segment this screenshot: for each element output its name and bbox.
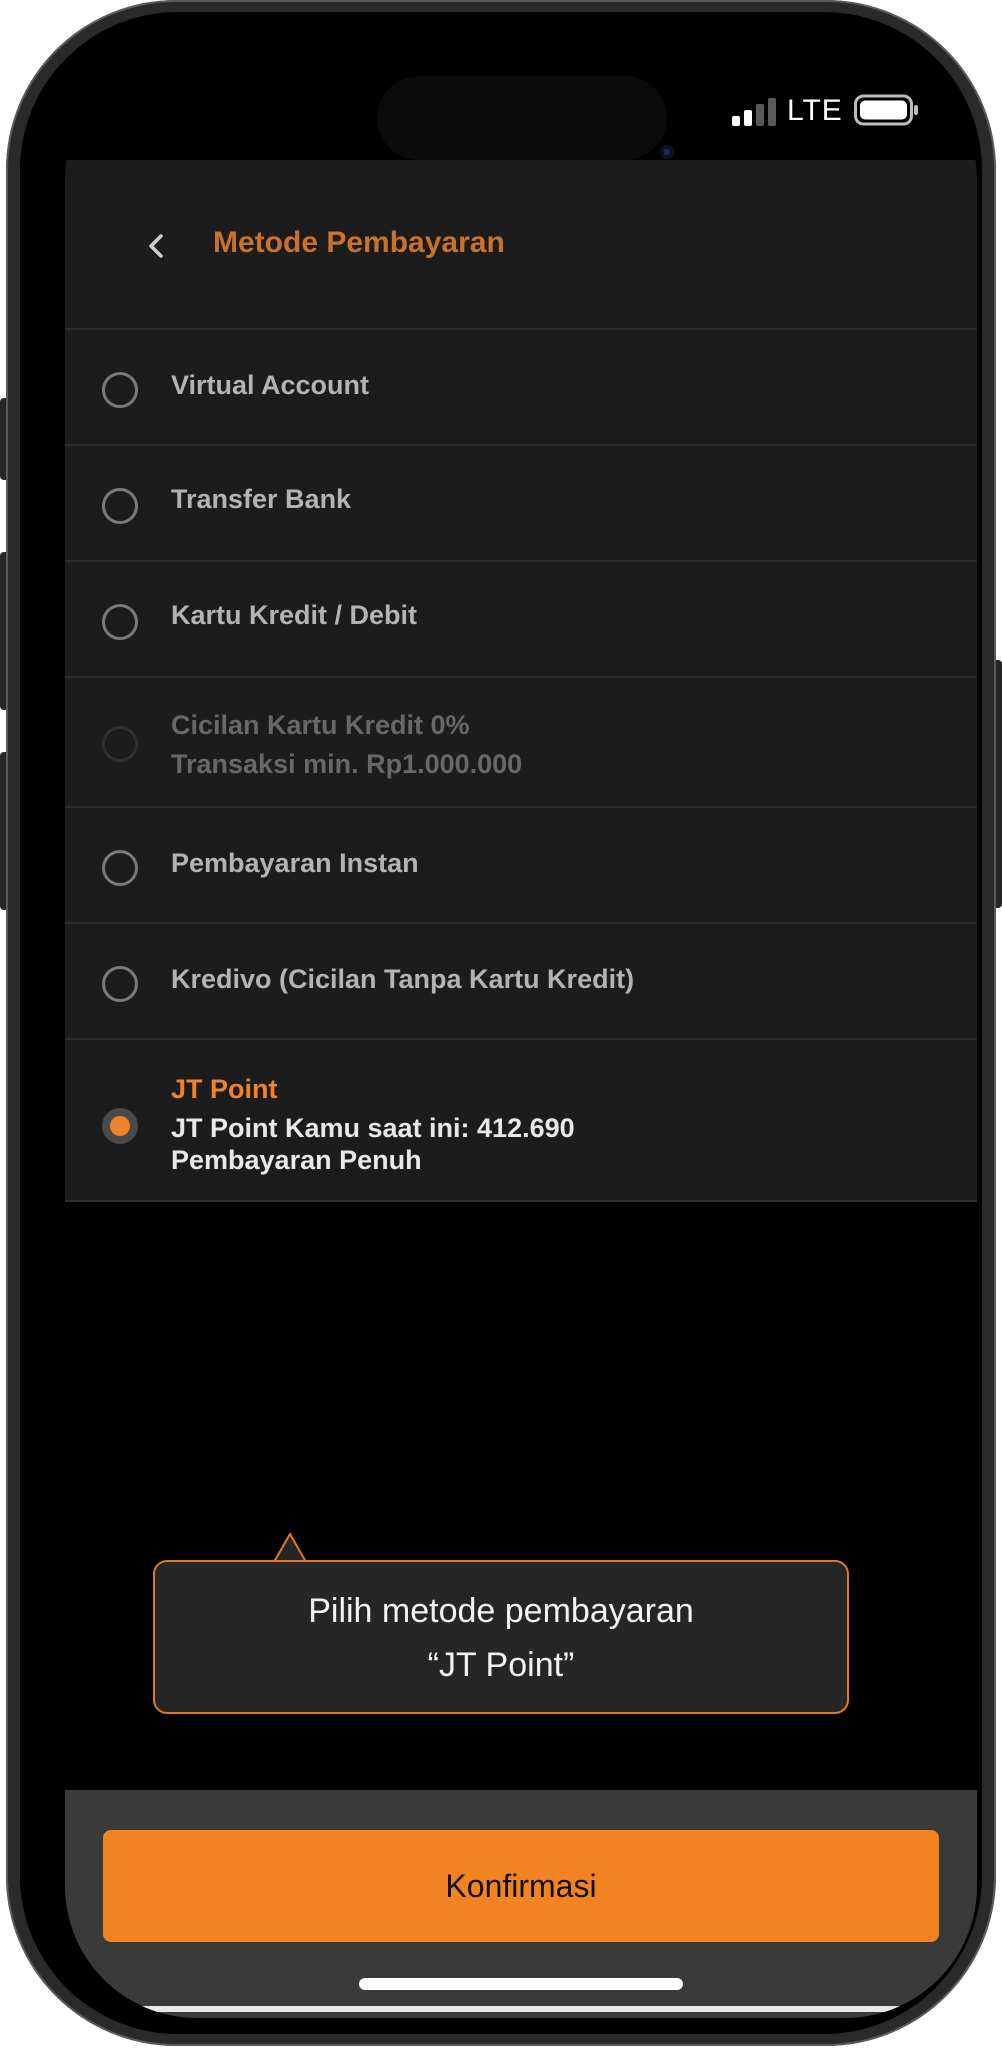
tooltip-text-line-2: “JT Point” [427,1646,575,1684]
page-title: Metode Pembayaran [213,226,505,259]
payment-option-jt-point[interactable]: JT Point JT Point Kamu saat ini: 412.690… [65,1040,977,1202]
jt-point-balance: JT Point Kamu saat ini: 412.690 [171,1113,575,1143]
camera-icon [660,145,674,159]
tooltip-text-line-1: Pilih metode pembayaran [308,1592,694,1630]
payment-option-kredivo[interactable]: Kredivo (Cicilan Tanpa Kartu Kredit) [65,924,977,1040]
radio-button-icon[interactable] [102,604,138,640]
phone-bezel: LTE Metode Pembayaran Virtual Account Tr… [20,12,982,2034]
radio-button-icon[interactable] [102,850,138,886]
radio-button-icon[interactable] [102,372,138,408]
radio-button-icon[interactable] [102,966,138,1002]
payment-option-label: Kartu Kredit / Debit [171,600,418,630]
screen-bottom-edge [125,2006,917,2012]
radio-button-icon [102,726,138,762]
network-type: LTE [787,94,843,127]
payment-option-label: Transfer Bank [171,484,352,514]
confirm-button[interactable]: Konfirmasi [103,1830,939,1942]
chevron-left-icon[interactable] [137,226,177,266]
payment-option-note: Transaksi min. Rp1.000.000 [171,749,523,779]
app-header: Metode Pembayaran [65,160,977,330]
screen: LTE Metode Pembayaran Virtual Account Tr… [65,48,977,2018]
payment-option-label: Kredivo (Cicilan Tanpa Kartu Kredit) [171,964,635,994]
signal-bars-icon [732,98,776,126]
payment-option-transfer-bank[interactable]: Transfer Bank [65,446,977,562]
app-screen: Metode Pembayaran Virtual Account Transf… [65,160,977,2018]
phone-frame: LTE Metode Pembayaran Virtual Account Tr… [6,0,996,2046]
radio-button-selected-icon[interactable] [102,1108,138,1144]
home-indicator[interactable] [359,1978,683,1990]
payment-option-label: Cicilan Kartu Kredit 0% [171,710,470,740]
payment-option-label: JT Point [171,1074,278,1104]
payment-option-installment-disabled: Cicilan Kartu Kredit 0% Transaksi min. R… [65,678,977,808]
payment-option-virtual-account[interactable]: Virtual Account [65,330,977,446]
battery-icon [854,94,918,126]
payment-option-label: Pembayaran Instan [171,848,419,878]
payment-option-instant[interactable]: Pembayaran Instan [65,808,977,924]
payment-type: Pembayaran Penuh [171,1145,422,1175]
status-bar: LTE [65,48,977,160]
tooltip-arrow [274,1533,306,1563]
dynamic-island [377,76,667,160]
payment-method-list: Virtual Account Transfer Bank Kartu Kred… [65,330,977,1202]
payment-option-label: Virtual Account [171,370,370,400]
payment-option-credit-debit-card[interactable]: Kartu Kredit / Debit [65,562,977,678]
hint-tooltip: Pilih metode pembayaran “JT Point” [153,1560,849,1714]
radio-button-icon[interactable] [102,488,138,524]
